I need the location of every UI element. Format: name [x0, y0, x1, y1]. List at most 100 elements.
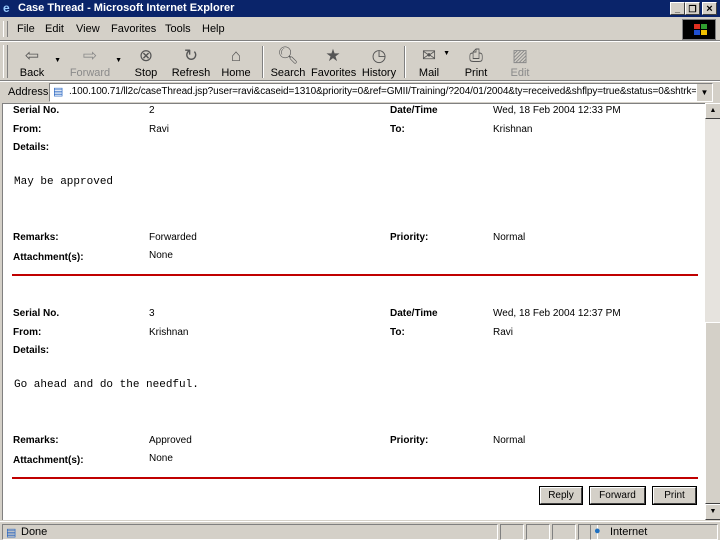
globe-icon: ● [594, 525, 601, 537]
date-value: Wed, 18 Feb 2004 12:33 PM [493, 105, 621, 116]
stop-icon: ⊗ [138, 46, 154, 65]
menu-help[interactable]: Help [202, 23, 225, 35]
favorites-icon: ★ [325, 46, 341, 65]
print-message-button[interactable]: Print [652, 486, 697, 505]
priority-label: Priority: [390, 435, 429, 446]
forward-message-button[interactable]: Forward [589, 486, 646, 505]
page-done-icon: ▤ [6, 527, 17, 539]
attachment-value: None [149, 453, 173, 464]
toolbar-grip[interactable] [3, 45, 8, 78]
edit-icon: ▨ [511, 46, 529, 65]
serial-label: Serial No. [13, 308, 60, 319]
from-label: From: [13, 124, 42, 135]
remarks-label: Remarks: [13, 435, 59, 446]
refresh-icon: ↻ [183, 46, 199, 65]
mail-button[interactable]: ✉ Mail ▼ [413, 44, 450, 80]
ie-logo-icon: e [3, 1, 10, 15]
status-text: Done [21, 526, 48, 538]
from-label: From: [13, 327, 42, 338]
to-label: To: [390, 327, 405, 338]
priority-value: Normal [493, 232, 526, 243]
back-arrow-icon: ⇦ [24, 46, 40, 65]
home-icon: ⌂ [230, 46, 242, 65]
status-pane [552, 524, 576, 540]
search-icon: 🔍︎ [277, 46, 299, 65]
favorites-button[interactable]: ★ Favorites [311, 44, 356, 80]
remarks-label: Remarks: [13, 232, 59, 243]
home-button[interactable]: ⌂ Home [218, 44, 254, 80]
zone-text: Internet [610, 526, 648, 538]
toolbar-separator [262, 46, 264, 78]
page-content: Serial No. 2 Date/Time Wed, 18 Feb 2004 … [2, 103, 705, 520]
forward-dropdown-icon[interactable]: ▼ [115, 57, 122, 64]
history-button[interactable]: ◷ History [360, 44, 398, 80]
from-value: Ravi [149, 124, 170, 135]
vertical-scrollbar[interactable]: ▲ ▼ [705, 103, 720, 520]
date-value: Wed, 18 Feb 2004 12:37 PM [493, 308, 621, 319]
menu-tools[interactable]: Tools [165, 23, 191, 35]
address-url[interactable]: .100.100.71/ll2c/caseThread.jsp?user=rav… [69, 86, 703, 97]
menu-grip[interactable] [3, 21, 8, 37]
to-label: To: [390, 124, 405, 135]
attachment-label: Attachment(s): [13, 455, 84, 466]
menu-file[interactable]: File [17, 23, 35, 35]
windows-logo-icon [682, 19, 716, 40]
serial-value: 3 [149, 308, 155, 319]
menu-edit[interactable]: Edit [45, 23, 64, 35]
print-button[interactable]: ⎙ Print [461, 44, 491, 80]
printer-icon: ⎙ [469, 46, 483, 65]
history-icon: ◷ [371, 46, 387, 65]
serial-value: 2 [149, 105, 155, 116]
toolbar-separator [404, 46, 406, 78]
status-bar: ▤ Done ● Internet [0, 521, 720, 540]
status-zone-pane: ● Internet [590, 524, 718, 540]
scroll-up-icon[interactable]: ▲ [705, 103, 720, 119]
close-button[interactable]: × [702, 2, 717, 15]
page-icon: ▤ [53, 86, 64, 98]
to-value: Ravi [493, 327, 514, 338]
back-dropdown-icon[interactable]: ▼ [54, 57, 61, 64]
reply-button[interactable]: Reply [539, 486, 583, 505]
stop-button[interactable]: ⊗ Stop [128, 44, 164, 80]
scroll-thumb[interactable] [705, 322, 720, 504]
to-value: Krishnan [493, 124, 533, 135]
menu-bar: File Edit View Favorites Tools Help [0, 18, 720, 41]
status-pane [526, 524, 550, 540]
attachment-value: None [149, 250, 173, 261]
title-bar[interactable]: e Case Thread - Microsoft Internet Explo… [0, 0, 720, 17]
date-label: Date/Time [390, 105, 438, 116]
details-label: Details: [13, 345, 50, 356]
details-text: May be approved [14, 176, 114, 188]
address-bar: Address ▤ .100.100.71/ll2c/caseThread.js… [0, 81, 720, 103]
forward-button[interactable]: ⇨ Forward ▼ [67, 44, 122, 80]
standard-toolbar: ⇦ Back ▼ ⇨ Forward ▼ ⊗ Stop ↻ Refresh ⌂ … [0, 41, 720, 81]
edit-button[interactable]: ▨ Edit [506, 44, 534, 80]
message-divider [12, 274, 698, 276]
address-label: Address [8, 86, 49, 98]
menu-view[interactable]: View [76, 23, 100, 35]
details-text: Go ahead and do the needful. [14, 379, 199, 391]
address-input[interactable]: ▤ .100.100.71/ll2c/caseThread.jsp?user=r… [49, 83, 713, 102]
from-value: Krishnan [149, 327, 189, 338]
scroll-down-icon[interactable]: ▼ [705, 504, 720, 520]
priority-label: Priority: [390, 232, 429, 243]
refresh-button[interactable]: ↻ Refresh [170, 44, 212, 80]
forward-arrow-icon: ⇨ [82, 46, 98, 65]
date-label: Date/Time [390, 308, 438, 319]
mail-dropdown-icon[interactable]: ▼ [443, 50, 450, 57]
address-dropdown-icon[interactable]: ▼ [696, 84, 712, 101]
attachment-label: Attachment(s): [13, 252, 84, 263]
back-button[interactable]: ⇦ Back ▼ [12, 44, 61, 80]
status-text-pane: ▤ Done [2, 524, 498, 540]
mail-icon: ✉ [421, 46, 437, 65]
remarks-value: Forwarded [149, 232, 197, 243]
minimize-button[interactable]: _ [670, 2, 685, 15]
menu-favorites[interactable]: Favorites [111, 23, 156, 35]
serial-label: Serial No. [13, 105, 60, 116]
search-button[interactable]: 🔍︎ Search [268, 44, 308, 80]
priority-value: Normal [493, 435, 526, 446]
restore-button[interactable]: ❐ [685, 2, 700, 15]
message-divider [12, 477, 698, 479]
details-label: Details: [13, 142, 50, 153]
status-pane [500, 524, 524, 540]
